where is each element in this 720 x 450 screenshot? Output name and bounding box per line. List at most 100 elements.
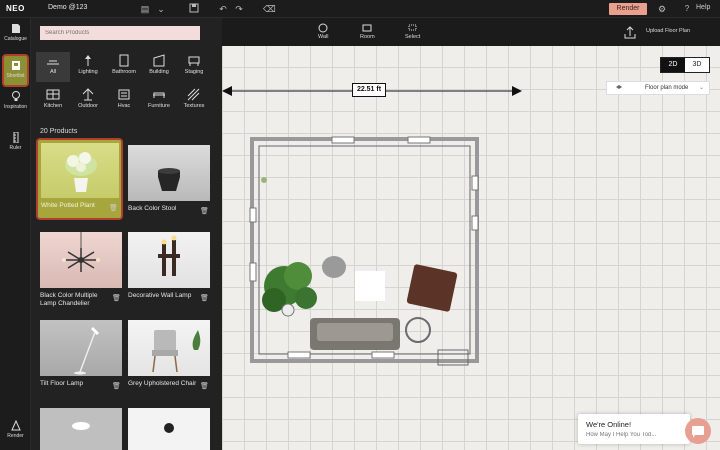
product-name: Tilt Floor Lamp [40,380,84,387]
product-card-ceiling-light[interactable] [40,408,122,450]
dimension-arrow-right [512,86,522,96]
window [249,262,257,282]
category-building[interactable]: Building [142,52,176,82]
lightbulb-icon [11,91,20,101]
product-count: 20 Products [40,128,78,135]
view-toggle: 2D 3D [660,57,710,73]
help-icon[interactable]: ? [681,3,693,15]
product-name: Black Color Multiple Lamp Chandelier [40,292,98,307]
window [331,136,355,144]
rail-item-ruler[interactable]: Ruler [0,132,31,151]
view-2d-button[interactable]: 2D [661,58,685,72]
category-furniture[interactable]: Furniture [142,86,176,116]
outdoor-icon [82,88,94,101]
building-icon [153,54,165,67]
floor-plan-mode-select[interactable]: Floor plan mode ⌄ [606,81,710,95]
settings-icon[interactable]: ⚙ [656,3,668,15]
chevron-down-icon[interactable]: ⌄ [155,3,167,15]
plant-item [262,262,317,317]
product-card-grey-upholstered-chair[interactable]: Grey Upholstered Chair 🗑 [128,320,210,390]
armchair-item [406,264,458,312]
product-name: Grey Upholstered Chair [128,380,197,387]
product-thumbnail [128,232,210,288]
product-card-multiple-lamp-chandelier[interactable]: Black Color Multiple Lamp Chandelier 🗑 [40,232,122,307]
save-icon[interactable] [188,3,200,15]
category-kitchen[interactable]: Kitchen [36,86,70,116]
category-staging[interactable]: Staging [177,52,211,82]
product-card-decorative-wall-lamp[interactable]: Decorative Wall Lamp 🗑 [128,232,210,302]
product-name: White Potted Plant [41,202,95,209]
chat-subtitle: How May I Help You Tod... [586,432,657,438]
trash-icon[interactable]: 🗑 [200,294,209,302]
rail-item-catalogue[interactable]: Catalogue [0,23,31,42]
table-item [355,271,385,301]
bathroom-icon [119,54,129,67]
window [371,351,395,359]
rail-item-inspiration[interactable]: Inspiration [0,91,31,110]
product-thumbnail [128,320,210,376]
layers-icon [616,85,622,89]
chat-title: We're Online! [586,420,632,429]
category-hvac[interactable]: Hvac [107,86,141,116]
product-card-recessed-light[interactable] [128,408,210,450]
catalogue-panel: All Lighting Bathroom Building Staging K… [31,18,222,450]
product-thumbnail [41,143,119,198]
rail-item-render[interactable]: Render [0,420,31,439]
left-rail: Catalogue Shortlist Inspiration Ruler Re… [0,18,31,450]
all-icon [47,60,59,65]
kitchen-icon [46,89,60,100]
rail-item-label: Catalogue [4,36,27,42]
render-button[interactable]: Render [609,3,647,15]
rail-item-shortlist[interactable]: Shortlist [2,54,29,87]
render-icon [10,420,21,431]
product-name: Back Color Stool [128,205,177,212]
category-outdoor[interactable]: Outdoor [71,86,105,116]
chat-bubble-icon [692,426,704,438]
plant-marker [261,177,267,183]
view-3d-button[interactable]: 3D [685,58,709,72]
category-textures[interactable]: Textures [177,86,211,116]
eraser-icon[interactable]: ⌫ [263,3,276,15]
chat-widget[interactable]: We're Online! How May I Help You Tod... [578,414,690,444]
product-name: Decorative Wall Lamp [128,292,192,299]
product-thumbnail [40,408,122,450]
product-thumbnail [128,408,210,450]
stool-item [322,256,346,278]
trash-icon[interactable]: 🗑 [109,204,118,212]
undo-icon[interactable]: ↶ [217,3,229,15]
floors-icon[interactable]: ▤ [139,3,151,15]
window [471,175,479,191]
rail-item-label: Ruler [9,145,22,151]
trash-icon[interactable]: 🗑 [200,382,209,390]
shortlist-icon [11,61,20,70]
dimension-label[interactable]: 22.51 ft [352,83,386,97]
trash-icon[interactable]: 🗑 [112,382,121,390]
window [249,207,257,223]
trash-icon[interactable]: 🗑 [112,294,121,302]
help-link[interactable]: Help [696,4,710,11]
category-lighting[interactable]: Lighting [71,52,105,82]
redo-icon[interactable]: ↷ [233,3,245,15]
staging-icon [188,56,200,66]
window [471,215,479,231]
chevron-down-icon: ⌄ [698,85,704,91]
search-input[interactable] [40,26,200,40]
side-table-item [405,317,431,343]
category-bathroom[interactable]: Bathroom [107,52,141,82]
trash-icon[interactable]: 🗑 [200,207,209,215]
product-card-back-color-stool[interactable]: Back Color Stool 🗑 [128,145,210,215]
rail-item-label: Inspiration [3,104,28,110]
product-thumbnail [40,320,122,376]
project-name[interactable]: Demo @123 [48,4,87,11]
hvac-icon [118,89,130,100]
catalogue-icon [11,24,20,33]
rail-item-label: Shortlist [6,73,25,79]
sofa-icon [153,92,165,98]
product-card-tilt-floor-lamp[interactable]: Tilt Floor Lamp 🗑 [40,320,122,390]
product-card-white-potted-plant[interactable]: White Potted Plant 🗑 [36,138,123,220]
ruler-icon [13,132,18,143]
textures-icon [187,88,200,101]
chat-button[interactable] [685,418,711,444]
product-thumbnail [128,145,210,201]
category-all[interactable]: All [36,52,70,82]
